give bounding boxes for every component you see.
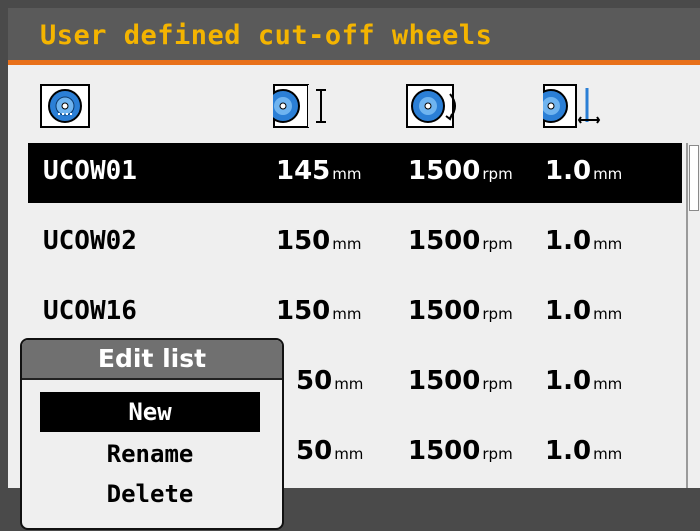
wheel-name: UCOW16 xyxy=(43,296,137,326)
wheel-name: UCOW02 xyxy=(43,226,137,256)
window-title: User defined cut-off wheels xyxy=(40,20,493,51)
list-row-2[interactable]: UCOW02 150 mm 1500 rpm 1.0 mm xyxy=(28,213,682,273)
title-bar: User defined cut-off wheels xyxy=(8,8,700,65)
scrollbar-track xyxy=(686,143,688,488)
wheel-thickness: 1.0 mm xyxy=(545,296,623,326)
list-row-1[interactable]: UCOW01 145 mm 1500 rpm 1.0 mm xyxy=(28,143,682,203)
wheel-diameter: 50 mm xyxy=(296,366,364,396)
menu-item-new[interactable]: New xyxy=(40,392,260,432)
edit-list-menu: Edit list New Rename Delete xyxy=(20,338,284,530)
wheel-diameter: 145 mm xyxy=(276,156,362,186)
wheel-icon xyxy=(40,84,90,128)
menu-item-delete[interactable]: Delete xyxy=(40,474,260,514)
wheel-diameter: 50 mm xyxy=(296,436,364,466)
screen: User defined cut-off wheels UCOW01 145 m… xyxy=(8,8,700,531)
wheel-thickness-icon xyxy=(543,84,601,128)
wheel-diameter-icon xyxy=(273,84,334,128)
wheel-speed: 1500 rpm xyxy=(408,436,513,466)
list-scrollbar[interactable] xyxy=(686,143,700,488)
menu-title: Edit list xyxy=(22,340,282,380)
wheel-speed: 1500 rpm xyxy=(408,366,513,396)
wheel-speed: 1500 rpm xyxy=(408,226,513,256)
menu-item-rename[interactable]: Rename xyxy=(40,434,260,474)
wheel-thickness: 1.0 mm xyxy=(545,366,623,396)
wheel-speed-icon xyxy=(406,84,456,128)
wheel-speed: 1500 rpm xyxy=(408,296,513,326)
scrollbar-thumb[interactable] xyxy=(689,145,699,211)
title-accent-line xyxy=(8,60,700,65)
wheel-thickness: 1.0 mm xyxy=(545,226,623,256)
wheel-thickness: 1.0 mm xyxy=(545,436,623,466)
wheel-name: UCOW01 xyxy=(43,156,137,186)
wheel-thickness: 1.0 mm xyxy=(545,156,623,186)
wheel-speed: 1500 rpm xyxy=(408,156,513,186)
wheel-diameter: 150 mm xyxy=(276,296,362,326)
wheel-diameter: 150 mm xyxy=(276,226,362,256)
list-row-3[interactable]: UCOW16 150 mm 1500 rpm 1.0 mm xyxy=(28,283,682,343)
